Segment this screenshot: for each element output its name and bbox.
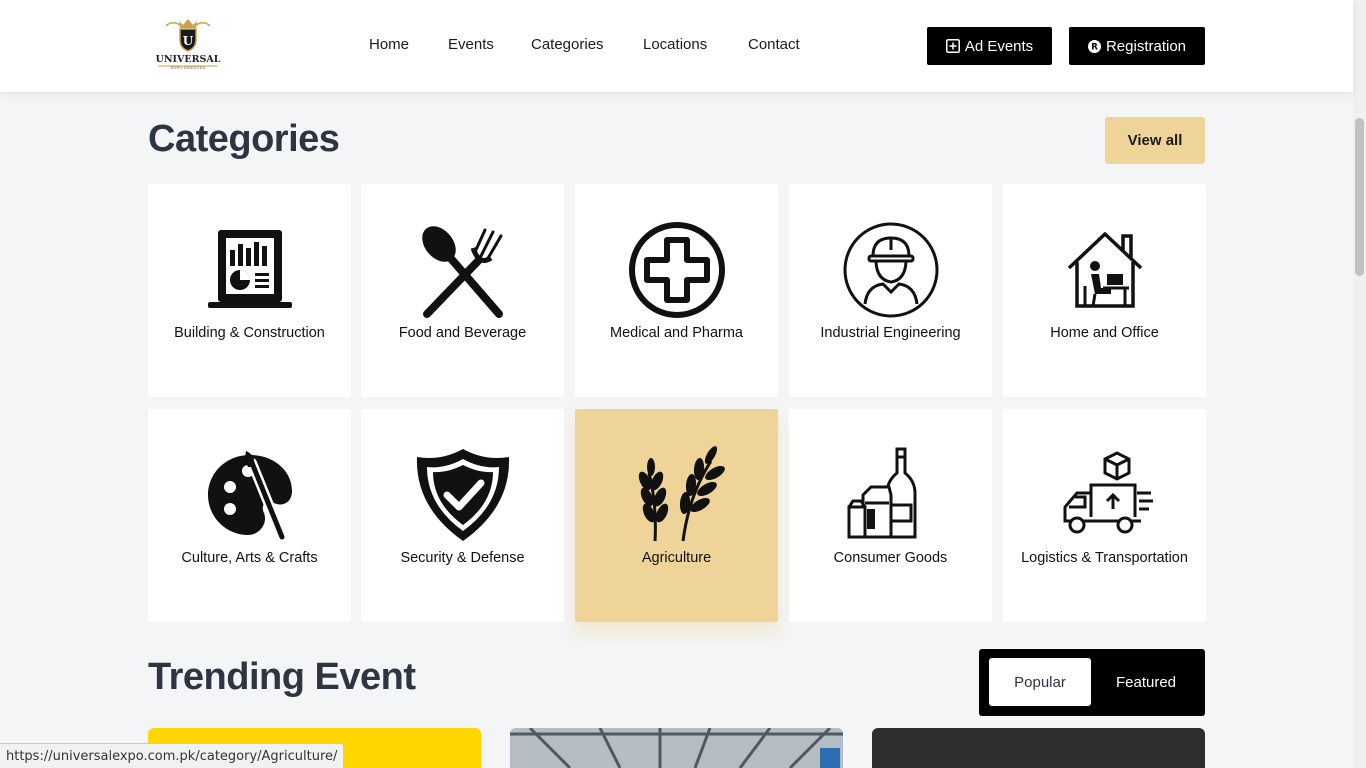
scrollbar-thumb[interactable] xyxy=(1355,118,1364,276)
nav-contact[interactable]: Contact xyxy=(748,36,800,53)
event-card[interactable] xyxy=(872,728,1205,768)
tab-popular[interactable]: Popular xyxy=(989,658,1091,706)
plus-square-icon xyxy=(945,39,960,53)
nav-locations[interactable]: Locations xyxy=(643,36,707,53)
category-card-medical[interactable]: Medical and Pharma xyxy=(575,184,778,397)
site-header: U UNIVERSAL EXPO SERVICES Home Events Ca… xyxy=(0,0,1353,92)
category-card-security[interactable]: Security & Defense xyxy=(361,409,564,622)
svg-text:U: U xyxy=(183,34,194,48)
category-card-consumer-goods[interactable]: Consumer Goods xyxy=(789,409,992,622)
shield-check-icon xyxy=(416,449,509,541)
category-label: Medical and Pharma xyxy=(610,325,743,341)
category-card-home-office[interactable]: Home and Office xyxy=(1003,184,1206,397)
category-label: Home and Office xyxy=(1050,325,1159,341)
category-card-building[interactable]: Building & Construction xyxy=(148,184,351,397)
consumer-goods-icon xyxy=(847,447,916,539)
category-label: Logistics & Transportation xyxy=(1021,550,1188,566)
palette-icon xyxy=(207,451,292,542)
universal-expo-logo[interactable]: U UNIVERSAL EXPO SERVICES xyxy=(152,16,224,74)
view-all-button[interactable]: View all xyxy=(1105,117,1205,164)
categories-title: Categories xyxy=(148,118,340,160)
registration-button[interactable]: R Registration xyxy=(1069,27,1205,65)
trending-tabs: Popular Featured xyxy=(979,649,1205,716)
ad-events-label: Ad Events xyxy=(964,37,1034,55)
category-card-logistics[interactable]: Logistics & Transportation xyxy=(1003,409,1206,622)
ad-events-button[interactable]: Ad Events xyxy=(927,27,1052,65)
registered-icon: R xyxy=(1087,39,1101,53)
category-label: Security & Defense xyxy=(400,550,525,566)
nav-categories[interactable]: Categories xyxy=(531,36,604,53)
delivery-truck-icon xyxy=(1063,451,1153,534)
spoon-fork-icon xyxy=(421,226,503,318)
svg-text:R: R xyxy=(1091,42,1098,52)
event-image xyxy=(510,728,843,768)
tab-featured[interactable]: Featured xyxy=(1097,658,1195,706)
category-label: Agriculture xyxy=(641,550,712,566)
nav-events[interactable]: Events xyxy=(448,36,494,53)
trending-title: Trending Event xyxy=(148,656,416,698)
category-card-food[interactable]: Food and Beverage xyxy=(361,184,564,397)
event-card[interactable] xyxy=(510,728,843,768)
category-card-agriculture[interactable]: Agriculture xyxy=(575,409,778,622)
svg-text:UNIVERSAL: UNIVERSAL xyxy=(156,54,221,65)
registration-label: Registration xyxy=(1105,37,1187,55)
status-bar-url: https://universalexpo.com.pk/category/Ag… xyxy=(0,743,345,768)
page-scrollbar[interactable] xyxy=(1353,0,1366,768)
category-label: Building & Construction xyxy=(174,325,325,341)
category-label: Industrial Engineering xyxy=(820,325,961,341)
building-report-icon xyxy=(207,230,292,308)
category-card-industrial[interactable]: Industrial Engineering xyxy=(789,184,992,397)
nav-home[interactable]: Home xyxy=(369,36,409,53)
category-label: Culture, Arts & Crafts xyxy=(181,550,318,566)
category-label: Consumer Goods xyxy=(833,550,948,566)
medical-cross-icon xyxy=(628,222,725,318)
category-card-culture[interactable]: Culture, Arts & Crafts xyxy=(148,409,351,622)
category-label: Food and Beverage xyxy=(398,325,527,341)
engineer-icon xyxy=(843,222,938,318)
home-office-icon xyxy=(1067,232,1142,308)
wheat-icon xyxy=(638,446,725,542)
